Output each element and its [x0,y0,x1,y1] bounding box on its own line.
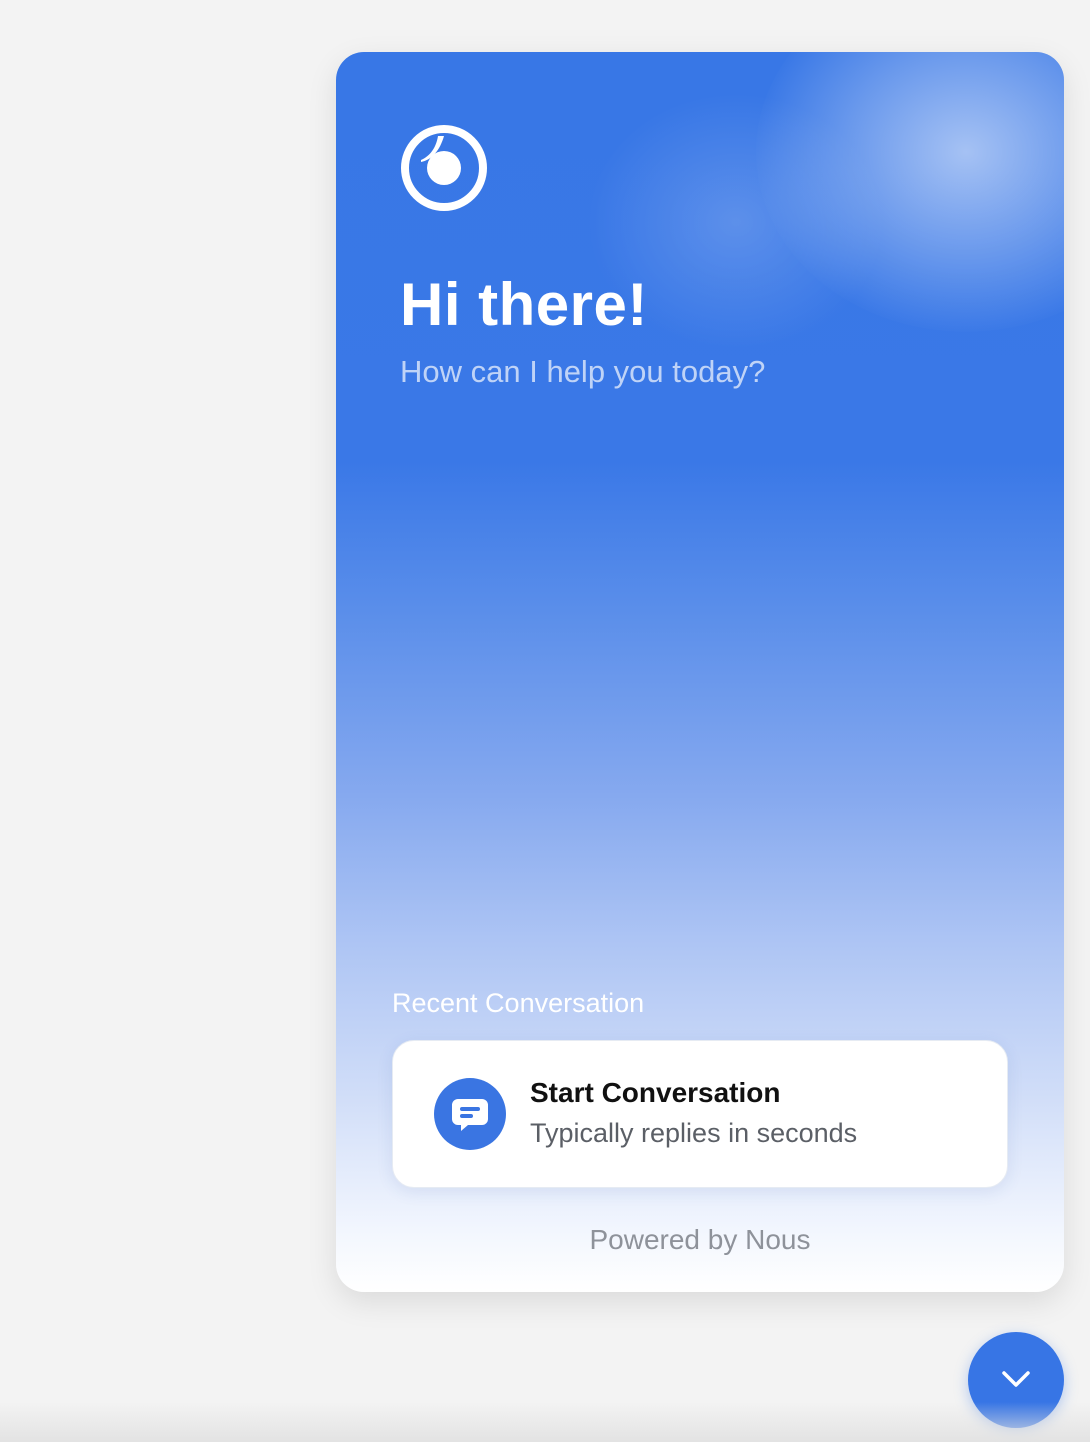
greeting-subtitle: How can I help you today? [400,354,766,389]
bottom-fade [0,1402,1090,1442]
chat-widget-panel: Hi there! How can I help you today? Rece… [336,52,1064,1292]
card-subtitle: Typically replies in seconds [530,1118,858,1148]
recent-conversation-label: Recent Conversation [392,988,645,1018]
chat-bubble-icon [434,1078,506,1150]
page: Hi there! How can I help you today? Rece… [0,0,1090,1442]
card-title: Start Conversation [530,1077,781,1108]
start-conversation-card[interactable]: Start Conversation Typically replies in … [392,1040,1008,1188]
background-glow [756,52,1064,332]
greeting-title: Hi there! [400,271,648,338]
chevron-down-icon [1002,1371,1030,1387]
powered-by-label: Powered by Nous [589,1224,811,1255]
eye-logo-icon [400,124,488,212]
widget-toggle-button[interactable] [968,1332,1064,1428]
